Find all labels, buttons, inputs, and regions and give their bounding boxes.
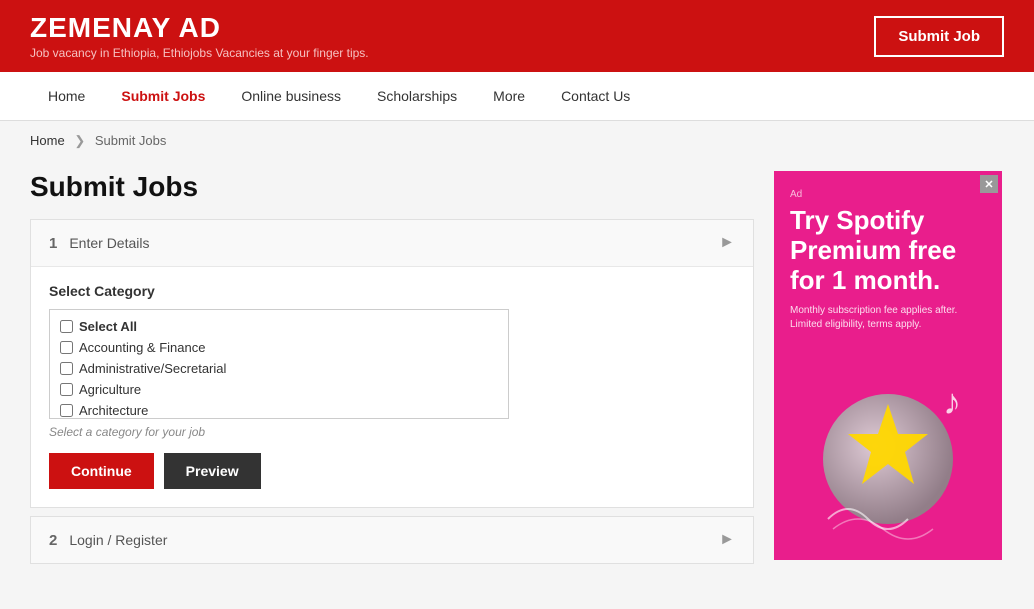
step1-number: 1 [49,235,57,252]
submit-job-button[interactable]: Submit Job [874,16,1004,57]
step2-chevron-icon: ► [719,531,735,549]
close-icon: ✕ [984,178,993,191]
category-accounting: Accounting & Finance [58,337,500,358]
admin-checkbox[interactable] [60,362,73,375]
preview-button[interactable]: Preview [164,453,261,489]
accounting-checkbox[interactable] [60,341,73,354]
step1-chevron-icon: ► [719,234,735,252]
category-agriculture: Agriculture [58,379,500,400]
ad-subtext: Monthly subscription fee applies after. … [790,304,986,332]
header: ZEMENAY AD Job vacancy in Ethiopia, Ethi… [0,0,1034,72]
continue-button[interactable]: Continue [49,453,154,489]
breadcrumb-current: Submit Jobs [95,133,167,148]
agriculture-label[interactable]: Agriculture [79,382,141,397]
category-listbox[interactable]: Select All Accounting & Finance Administ… [49,309,509,419]
breadcrumb-separator: ❯ [74,133,85,148]
accounting-label[interactable]: Accounting & Finance [79,340,205,355]
svg-text:♪: ♪ [943,381,961,422]
ad-banner: ✕ Ad Try Spotify Premium free for 1 mont… [774,171,1002,560]
step1-content: Select Category Select All Accounting & … [31,267,753,507]
ad-headline: Try Spotify Premium free for 1 month. [790,206,986,296]
step1-header[interactable]: 1 Enter Details ► [31,220,753,267]
page-title: Submit Jobs [30,171,754,203]
architecture-label[interactable]: Architecture [79,403,148,418]
ad-label: Ad [790,189,986,200]
category-admin: Administrative/Secretarial [58,358,500,379]
nav-home[interactable]: Home [30,72,103,120]
select-category-label: Select Category [49,283,735,299]
step2-box: 2 Login / Register ► [30,516,754,564]
main-nav: Home Submit Jobs Online business Scholar… [0,72,1034,121]
ad-close-button[interactable]: ✕ [980,175,998,193]
nav-online-business[interactable]: Online business [223,72,359,120]
select-all-checkbox[interactable] [60,320,73,333]
step2-label: Login / Register [69,532,167,548]
ad-image-area: ♪ [790,344,986,544]
content-column: Submit Jobs 1 Enter Details ► Select Cat… [30,171,754,572]
step2-header-left: 2 Login / Register [49,532,167,549]
admin-label[interactable]: Administrative/Secretarial [79,361,226,376]
nav-contact-us[interactable]: Contact Us [543,72,648,120]
nav-scholarships[interactable]: Scholarships [359,72,475,120]
breadcrumb-home[interactable]: Home [30,133,65,148]
architecture-checkbox[interactable] [60,404,73,417]
site-title: ZEMENAY AD [30,12,369,44]
agriculture-checkbox[interactable] [60,383,73,396]
nav-submit-jobs[interactable]: Submit Jobs [103,72,223,120]
breadcrumb: Home ❯ Submit Jobs [0,121,1034,161]
step1-box: 1 Enter Details ► Select Category Select… [30,219,754,508]
header-brand: ZEMENAY AD Job vacancy in Ethiopia, Ethi… [30,12,369,60]
category-hint: Select a category for your job [49,425,735,439]
category-select-all: Select All [58,316,500,337]
ad-column: ✕ Ad Try Spotify Premium free for 1 mont… [774,171,1004,572]
select-all-label[interactable]: Select All [79,319,137,334]
main-area: Submit Jobs 1 Enter Details ► Select Cat… [0,161,1034,592]
step1-label: Enter Details [69,235,149,251]
nav-more[interactable]: More [475,72,543,120]
form-buttons: Continue Preview [49,453,735,489]
step2-header[interactable]: 2 Login / Register ► [31,517,753,563]
ad-svg-graphic: ♪ [808,364,988,544]
site-tagline: Job vacancy in Ethiopia, Ethiojobs Vacan… [30,46,369,60]
step2-number: 2 [49,532,57,549]
category-architecture: Architecture [58,400,500,419]
ad-graphic: ♪ [808,364,968,524]
step1-header-left: 1 Enter Details [49,235,150,252]
